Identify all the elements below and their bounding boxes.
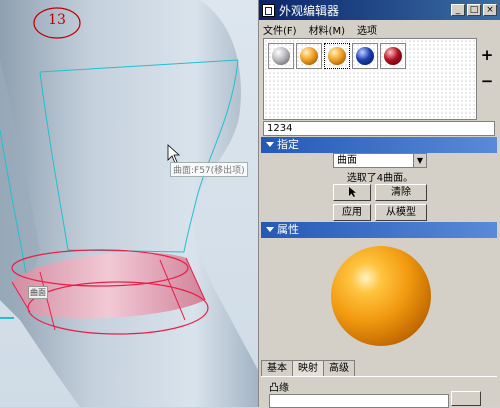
appearance-preview bbox=[261, 238, 497, 356]
clear-button[interactable]: 清除 bbox=[375, 184, 427, 201]
close-button[interactable]: × bbox=[483, 4, 497, 16]
red-ball-icon bbox=[384, 47, 402, 65]
appearance-name-field[interactable]: 1234 bbox=[263, 121, 495, 136]
chevron-down-icon[interactable]: ▼ bbox=[413, 154, 426, 167]
grey-ball-icon bbox=[272, 47, 290, 65]
swatch-blue[interactable] bbox=[352, 43, 378, 69]
property-tabs: 基本 映射 高级 bbox=[261, 360, 355, 377]
minimize-button[interactable]: _ bbox=[451, 4, 465, 16]
swatch-orange-selected[interactable] bbox=[324, 43, 350, 69]
from-model-button[interactable]: 从模型 bbox=[375, 204, 427, 221]
title-bar[interactable]: 外观编辑器 _ □ × bbox=[259, 0, 500, 20]
preview-sphere bbox=[331, 246, 431, 346]
bump-map-button[interactable] bbox=[451, 391, 481, 406]
dialog-title: 外观编辑器 bbox=[279, 3, 340, 18]
model-canvas[interactable] bbox=[0, 0, 258, 407]
swatch-red[interactable] bbox=[380, 43, 406, 69]
tab-basic[interactable]: 基本 bbox=[261, 360, 293, 377]
blue-ball-icon bbox=[356, 47, 374, 65]
model-viewport[interactable]: 13 曲面:F57(移出项) 曲面 bbox=[0, 0, 258, 407]
selection-tooltip: 曲面:F57(移出项) bbox=[170, 162, 248, 177]
selection-status: 选取了4曲面。 bbox=[346, 173, 414, 184]
assign-section-title: 指定 bbox=[277, 138, 299, 151]
swatch-grey[interactable] bbox=[268, 43, 294, 69]
arrow-pointer-icon bbox=[349, 187, 356, 197]
orange-ball-icon bbox=[300, 47, 318, 65]
remove-appearance-button[interactable]: − bbox=[479, 68, 495, 94]
assign-type-dropdown[interactable]: 曲面 ▼ bbox=[333, 153, 427, 168]
menu-material[interactable]: 材料(M) bbox=[309, 22, 345, 37]
surface-tag: 曲面 bbox=[28, 286, 48, 299]
add-appearance-button[interactable]: + bbox=[479, 42, 495, 68]
bump-map-field[interactable] bbox=[269, 394, 449, 408]
select-pointer-button[interactable] bbox=[333, 184, 371, 201]
assign-section-header[interactable]: 指定 bbox=[261, 137, 497, 153]
step-number: 13 bbox=[48, 12, 66, 28]
palette-tools: + − bbox=[479, 42, 495, 94]
appearance-palette bbox=[263, 38, 477, 120]
bump-group-label: 凸缘 bbox=[269, 383, 289, 394]
appearance-editor-dialog: 外观编辑器 _ □ × 文件(F) 材料(M) 选项 + − 1234 指定 曲… bbox=[258, 0, 500, 408]
swatch-orange[interactable] bbox=[296, 43, 322, 69]
menu-options[interactable]: 选项 bbox=[357, 22, 377, 37]
menu-bar: 文件(F) 材料(M) 选项 bbox=[259, 20, 500, 38]
tab-map[interactable]: 映射 bbox=[292, 360, 324, 377]
maximize-button[interactable]: □ bbox=[467, 4, 481, 16]
properties-section-header[interactable]: 属性 bbox=[261, 222, 497, 238]
menu-file[interactable]: 文件(F) bbox=[263, 22, 297, 37]
tab-advanced[interactable]: 高级 bbox=[323, 360, 355, 377]
app-icon bbox=[262, 3, 275, 17]
step-number-annotation: 13 bbox=[32, 6, 82, 40]
properties-section-title: 属性 bbox=[277, 223, 299, 236]
orange-ball-icon bbox=[328, 47, 346, 65]
apply-button[interactable]: 应用 bbox=[333, 204, 371, 221]
dropdown-value: 曲面 bbox=[337, 155, 357, 166]
tab-panel: 凸缘 bbox=[261, 376, 497, 408]
